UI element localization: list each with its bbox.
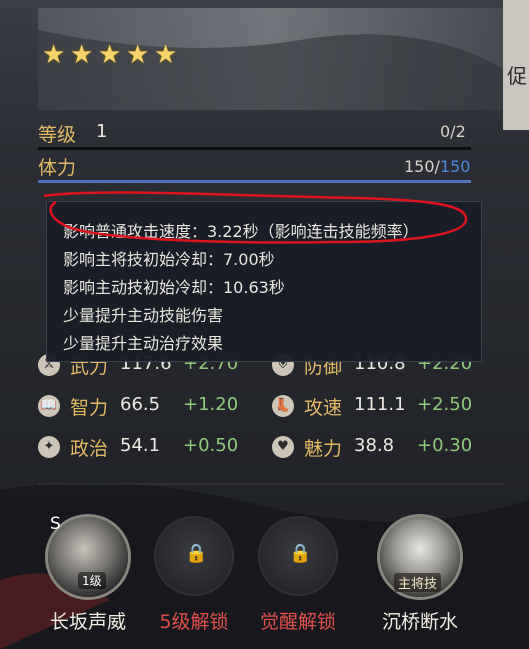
level-label: 等级: [38, 124, 77, 146]
stamina-bar-fill: [38, 180, 471, 183]
side-tab-label: 促: [507, 64, 527, 88]
annotation-circle: [43, 191, 468, 244]
stat-bonus: +0.30: [417, 435, 473, 456]
star-icon: ★: [98, 40, 122, 70]
level-bar: [38, 147, 471, 150]
level-value: 1: [96, 121, 108, 142]
lock-icon: 🔒: [289, 543, 312, 564]
tooltip-line: 少量提升主动技能伤害: [63, 306, 224, 325]
book-icon: 📖: [38, 395, 60, 417]
stat-bonus: +0.50: [183, 435, 239, 456]
level-exp: 0/2: [440, 122, 466, 141]
skill-chenqiao[interactable]: 主将技: [380, 517, 460, 597]
stat-name: 智力: [70, 397, 109, 419]
heart-icon: ♥: [272, 436, 294, 458]
stamina-value: 150/150: [404, 157, 471, 176]
stamina-bar: [38, 180, 471, 183]
skill-name: 沉桥断水: [381, 611, 458, 633]
stat-bonus: +2.50: [417, 394, 473, 415]
star-icon: ★: [154, 40, 178, 70]
stat-name: 魅力: [304, 438, 343, 460]
stat-value: 66.5: [120, 394, 161, 415]
stat-bonus: +1.20: [183, 394, 239, 415]
skill-slot-locked-2[interactable]: 🔒: [258, 516, 338, 596]
emblem-icon: ✦: [38, 436, 60, 458]
skill-slot-locked-1[interactable]: 🔒: [154, 516, 234, 596]
skill-unlock-awaken: 觉醒解锁: [259, 611, 336, 633]
skill-unlock-level: 5级解锁: [159, 611, 229, 633]
skill-level-badge: 1级: [78, 572, 106, 589]
lock-icon: 🔒: [185, 543, 208, 564]
stat-value: 111.1: [354, 394, 406, 415]
star-icon: ★: [42, 40, 66, 70]
stat-name: 攻速: [304, 397, 343, 419]
star-icon: ★: [70, 40, 94, 70]
stamina-label: 体力: [38, 157, 77, 179]
star-icon: ★: [126, 40, 150, 70]
main-skill-badge: 主将技: [394, 573, 442, 592]
tooltip-line: 影响主动技初始冷却：10.63秒: [63, 278, 285, 297]
boot-icon: 👢: [272, 395, 294, 417]
skill-grade-s: S: [50, 514, 61, 534]
stat-value: 38.8: [354, 435, 395, 456]
skill-name: 长坂声威: [49, 611, 126, 633]
stat-value: 54.1: [120, 435, 161, 456]
stat-name: 政治: [70, 438, 109, 460]
side-tab[interactable]: 促: [507, 60, 529, 120]
tooltip-line: 少量提升主动治疗效果: [63, 334, 224, 353]
